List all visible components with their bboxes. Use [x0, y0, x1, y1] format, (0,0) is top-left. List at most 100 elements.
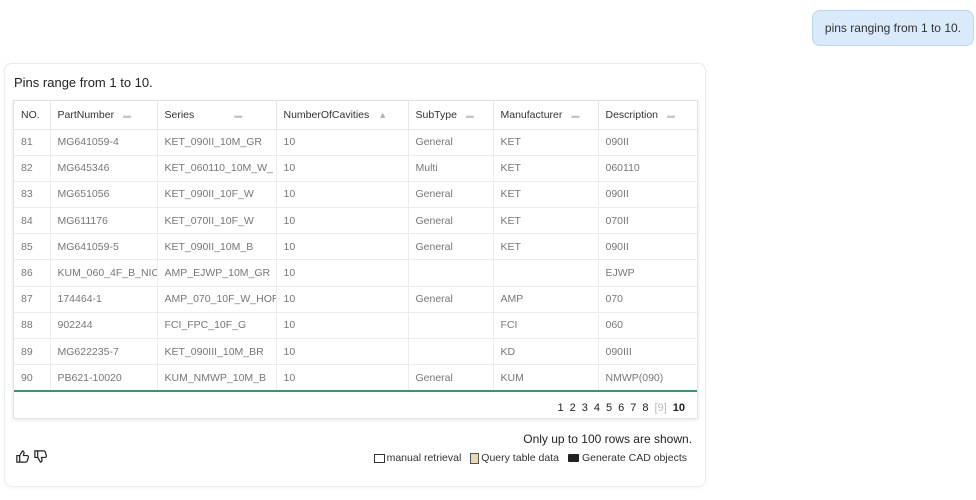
- filter-icon[interactable]: ▬: [234, 111, 242, 120]
- table-cell: General: [408, 364, 494, 392]
- user-message-bubble: pins ranging from 1 to 10.: [811, 10, 974, 46]
- table-row[interactable]: 84 MG611176 KET_070II_10F_W 10 General KET 070…: [14, 207, 697, 235]
- table-cell: FCI_FPC_10F_G: [157, 312, 277, 340]
- filter-icon[interactable]: ▬: [667, 111, 675, 120]
- manual-retrieval-button[interactable]: manual retrieval: [373, 452, 461, 464]
- table-cell: Multi: [408, 155, 494, 182]
- page-link[interactable]: 8: [642, 402, 648, 414]
- table-cell: AMP_070_10F_W_HOR: [157, 286, 277, 313]
- page-link[interactable]: 10: [673, 402, 685, 414]
- table-cell: 89: [14, 338, 51, 366]
- table-cell: 10: [276, 364, 409, 392]
- table-row[interactable]: 88 902244 FCI_FPC_10F_G 10 FCI 060: [14, 312, 697, 340]
- table-cell: PB621-10020: [50, 364, 158, 392]
- table-cell: 10: [276, 259, 409, 287]
- table-cell: 90: [14, 364, 51, 392]
- table-cell: 10: [276, 207, 409, 235]
- table-cell: General: [408, 129, 494, 156]
- table-cell: General: [408, 233, 494, 261]
- column-header-subtype[interactable]: SubType ▬: [408, 101, 494, 130]
- table-cell: MG641059-4: [50, 129, 158, 156]
- table-cell: KET_070II_10F_W: [157, 207, 277, 235]
- table-cell: 902244: [50, 312, 158, 340]
- table-cell: 81: [14, 129, 51, 156]
- results-table: NO. PartNumber ▬ Series ▬ NumberOfCavities…: [14, 101, 697, 392]
- table-cell: KET_060110_10M_W_: [157, 155, 277, 182]
- filter-icon[interactable]: ▬: [466, 111, 474, 120]
- page-link[interactable]: 2: [570, 402, 576, 414]
- user-message-text: pins ranging from 1 to 10.: [824, 21, 961, 35]
- thumbs-up-icon[interactable]: [15, 449, 30, 464]
- table-cell: 10: [276, 155, 409, 182]
- table-cell: 10: [276, 286, 409, 313]
- table-row[interactable]: 82 MG645346 KET_060110_10M_W_ 10 Multi KET 060…: [14, 155, 697, 182]
- page-link[interactable]: 4: [594, 402, 600, 414]
- checkbox-icon[interactable]: [373, 453, 385, 463]
- answer-card: Pins range from 1 to 10. NO. PartNumber ▬…: [4, 63, 706, 487]
- table-cell: 85: [14, 233, 51, 261]
- table-cell: 174464-1: [50, 286, 158, 313]
- filter-icon[interactable]: ▬: [123, 111, 131, 120]
- column-header-numberofcavities[interactable]: NumberOfCavities ▲: [276, 101, 409, 130]
- answer-title: Pins range from 1 to 10.: [14, 75, 153, 90]
- table-cell: 10: [276, 338, 409, 366]
- page-link[interactable]: 7: [630, 402, 636, 414]
- feedback-buttons: [15, 449, 48, 464]
- document-icon: [470, 452, 480, 464]
- table-cell: KET: [493, 129, 599, 156]
- table-cell: KUM: [493, 364, 599, 392]
- table-row[interactable]: 81 MG641059-4 KET_090II_10M_GR 10 General KET…: [14, 129, 697, 156]
- filter-icon[interactable]: ▬: [571, 111, 579, 120]
- table-cell: 88: [14, 312, 51, 340]
- table-cell: KET_090III_10M_BR: [157, 338, 277, 366]
- table-cell: FCI: [493, 312, 599, 340]
- table-cell: EJWP: [598, 259, 697, 287]
- table-cell: MG645346: [50, 155, 158, 182]
- row-limit-note: Only up to 100 rows are shown.: [523, 432, 692, 446]
- table-cell: AMP_EJWP_10M_GR: [157, 259, 277, 287]
- thumbs-down-icon[interactable]: [33, 449, 48, 464]
- table-row[interactable]: 87 174464-1 AMP_070_10F_W_HOR 10 General AMP 0…: [14, 286, 697, 313]
- column-header-manufacturer[interactable]: Manufacturer ▬: [493, 101, 599, 130]
- column-header-series[interactable]: Series ▬: [157, 101, 277, 130]
- table-cell: 82: [14, 155, 51, 182]
- query-table-data-button[interactable]: Query table data: [470, 452, 559, 464]
- table-cell: KET: [493, 155, 599, 182]
- table-cell: 090II: [598, 181, 697, 209]
- column-header-no: NO.: [14, 101, 51, 130]
- table-cell: General: [408, 181, 494, 209]
- page-link[interactable]: 5: [606, 402, 612, 414]
- sort-ascending-icon[interactable]: ▲: [378, 110, 387, 120]
- results-table-container: NO. PartNumber ▬ Series ▬ NumberOfCavities…: [13, 100, 698, 419]
- column-header-partnumber[interactable]: PartNumber ▬: [50, 101, 158, 130]
- table-cell: KET_090II_10M_GR: [157, 129, 277, 156]
- table-row[interactable]: 90 PB621-10020 KUM_NMWP_10M_B 10 General KUM N…: [14, 364, 697, 392]
- page-link[interactable]: 6: [618, 402, 624, 414]
- table-cell: 10: [276, 312, 409, 340]
- table-body: 81 MG641059-4 KET_090II_10M_GR 10 General KET…: [14, 129, 697, 392]
- table-cell: KUM_NMWP_10M_B: [157, 364, 277, 392]
- table-row[interactable]: 86 KUM_060_4F_B_NIC AMP_EJWP_10M_GR 10 EJWP: [14, 259, 697, 287]
- table-cell: 87: [14, 286, 51, 313]
- table-cell: General: [408, 286, 494, 313]
- table-row[interactable]: 89 MG622235-7 KET_090III_10M_BR 10 KD 090III: [14, 338, 697, 366]
- column-header-description[interactable]: Description ▬: [598, 101, 697, 130]
- table-cell: [408, 338, 494, 366]
- table-row[interactable]: 85 MG641059-5 KET_090II_10M_B 10 General KET 0…: [14, 233, 697, 261]
- table-cell: 060: [598, 312, 697, 340]
- page-link[interactable]: [9]: [655, 402, 667, 414]
- table-cell: KET_090II_10F_W: [157, 181, 277, 209]
- page-link[interactable]: 3: [582, 402, 588, 414]
- page-link[interactable]: 1: [558, 402, 564, 414]
- table-row[interactable]: 83 MG651056 KET_090II_10F_W 10 General KET 090…: [14, 181, 697, 209]
- table-cell: 060110: [598, 155, 697, 182]
- table-cell: [408, 312, 494, 340]
- table-cell: MG622235-7: [50, 338, 158, 366]
- table-cell: KUM_060_4F_B_NIC: [50, 259, 158, 287]
- generate-cad-objects-button[interactable]: Generate CAD objects: [567, 452, 687, 464]
- table-cell: General: [408, 207, 494, 235]
- table-cell: [493, 259, 599, 287]
- table-cell: MG651056: [50, 181, 158, 209]
- table-cell: 090III: [598, 338, 697, 366]
- table-cell: 86: [14, 259, 51, 287]
